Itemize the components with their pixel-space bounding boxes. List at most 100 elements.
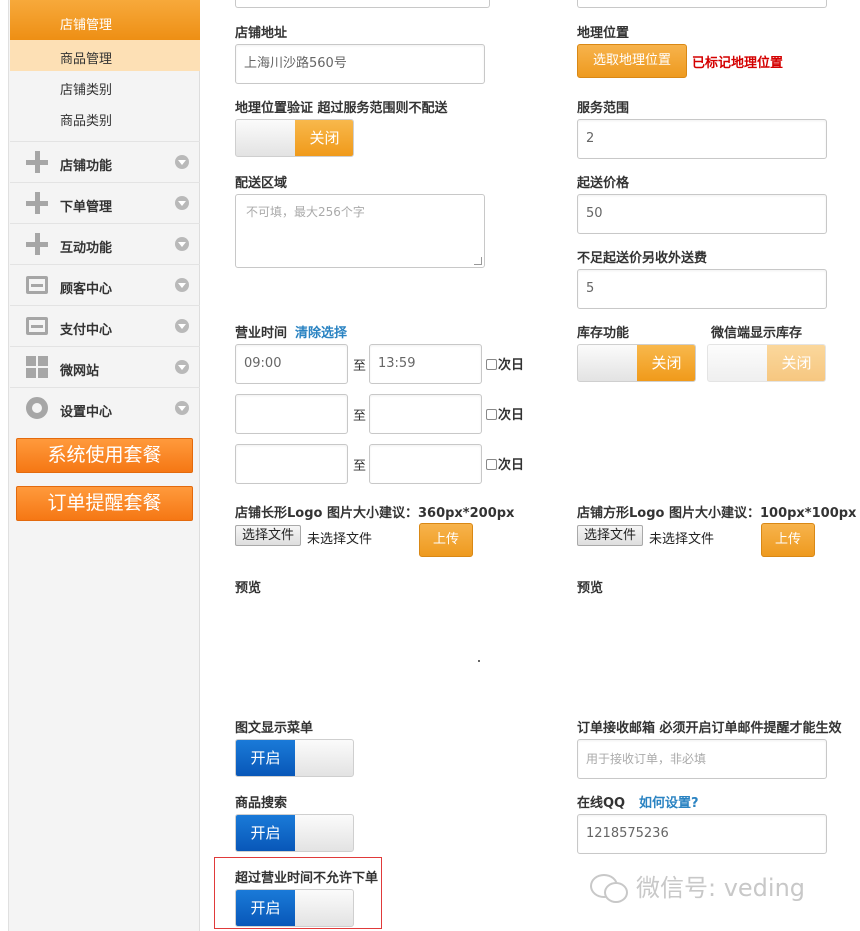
- qq-label: 在线QQ: [577, 796, 626, 811]
- to-separator: 至: [353, 459, 367, 474]
- toggle-label: 关闭: [637, 345, 695, 381]
- search-label: 商品搜索: [235, 796, 288, 811]
- sidebar-item-payment-center[interactable]: 支付中心: [10, 305, 200, 346]
- address-input[interactable]: 上海川沙路560号: [235, 44, 485, 84]
- choose-file-button[interactable]: 选择文件: [577, 525, 644, 546]
- sidebar-item-store-management[interactable]: 店铺管理: [10, 0, 200, 40]
- logo-long-label: 店铺长形Logo 图片大小建议：360px*200px: [235, 506, 515, 521]
- sidebar-item-order-management[interactable]: 下单管理: [10, 182, 200, 223]
- preview-image: [478, 660, 480, 662]
- sidebar-item-label: 微网站: [60, 364, 100, 379]
- wechat-icon: [590, 872, 630, 903]
- sidebar-item-label: 商品管理: [60, 52, 113, 67]
- sidebar-item-label: 顾客中心: [60, 282, 113, 297]
- stock-toggle[interactable]: 关闭: [577, 344, 696, 382]
- toggle-label: 开启: [236, 815, 295, 851]
- email-input[interactable]: 用于接收订单，非必填: [577, 739, 827, 779]
- hours-end-input[interactable]: 13:59: [369, 344, 482, 384]
- overtime-toggle[interactable]: 开启: [235, 889, 354, 927]
- checkbox-label: 次日: [498, 458, 525, 473]
- geo-verify-label: 地理位置验证 超过服务范围则不配送: [235, 101, 448, 116]
- upload-button[interactable]: 上传: [419, 523, 473, 557]
- toggle-label: 开启: [236, 890, 295, 926]
- hours-end-input[interactable]: [369, 444, 482, 484]
- choose-file-button[interactable]: 选择文件: [235, 525, 302, 546]
- chevron-down-icon: [175, 237, 189, 251]
- sidebar-subitem-product-category[interactable]: 商品类别: [10, 102, 200, 133]
- no-file-text: 未选择文件: [307, 532, 373, 547]
- select-geo-button[interactable]: 选取地理位置: [577, 44, 687, 78]
- toggle-label: 关闭: [767, 345, 825, 381]
- min-price-label: 起送价格: [577, 176, 630, 191]
- sidebar-item-settings[interactable]: 设置中心: [10, 387, 200, 428]
- extra-fee-input[interactable]: 5: [577, 269, 827, 309]
- chevron-down-icon: [175, 360, 189, 374]
- chevron-down-icon: [175, 278, 189, 292]
- inbox-icon: [26, 317, 48, 335]
- watermark: 微信号: veding: [590, 868, 805, 903]
- sidebar-subitem-store-category[interactable]: 店铺类别: [10, 71, 200, 102]
- geo-status: 已标记地理位置: [692, 56, 784, 71]
- checkbox-icon[interactable]: [486, 359, 497, 370]
- email-label: 订单接收邮箱 必须开启订单邮件提醒才能生效: [577, 721, 842, 736]
- sidebar-item-label: 店铺管理: [60, 18, 113, 33]
- resize-grip-icon[interactable]: [474, 257, 482, 265]
- plus-icon: [26, 192, 48, 214]
- qq-input[interactable]: 1218575236: [577, 814, 827, 854]
- stock-label: 库存功能: [577, 326, 630, 341]
- to-separator: 至: [353, 409, 367, 424]
- sidebar-item-microsite[interactable]: 微网站: [10, 346, 200, 387]
- search-toggle[interactable]: 开启: [235, 814, 354, 852]
- plus-icon: [26, 151, 48, 173]
- chevron-down-icon: [175, 155, 189, 169]
- system-package-button[interactable]: 系统使用套餐: [16, 438, 193, 473]
- hours-end-input[interactable]: [369, 394, 482, 434]
- input-top-edge: [577, 0, 827, 8]
- preview-label: 预览: [577, 581, 604, 596]
- menu-label: 图文显示菜单: [235, 721, 314, 736]
- toggle-label: 关闭: [295, 120, 353, 156]
- hours-start-input[interactable]: [235, 394, 348, 434]
- hours-start-input[interactable]: 09:00: [235, 344, 348, 384]
- wx-stock-toggle[interactable]: 关闭: [707, 344, 826, 382]
- clear-hours-link[interactable]: 清除选择: [295, 322, 347, 341]
- checkbox-label: 次日: [498, 358, 525, 373]
- delivery-area-textarea[interactable]: 不可填，最大256个字: [235, 194, 485, 268]
- input-top-edge: [235, 0, 490, 8]
- sidebar-subitem-products[interactable]: 商品管理: [10, 40, 200, 71]
- menu-toggle[interactable]: 开启: [235, 739, 354, 777]
- sidebar-item-label: 设置中心: [60, 405, 113, 420]
- inbox-icon: [26, 276, 48, 294]
- next-day-checkbox[interactable]: 次日: [486, 354, 524, 373]
- preview-label: 预览: [235, 581, 262, 596]
- min-price-input[interactable]: 50: [577, 194, 827, 234]
- checkbox-label: 次日: [498, 408, 525, 423]
- gear-icon: [26, 397, 48, 419]
- geo-verify-toggle[interactable]: 关闭: [235, 119, 354, 157]
- chevron-down-icon: [175, 196, 189, 210]
- checkbox-icon[interactable]: [486, 409, 497, 420]
- watermark-text: 微信号: veding: [636, 874, 806, 902]
- next-day-checkbox[interactable]: 次日: [486, 454, 524, 473]
- hours-label: 营业时间: [235, 326, 288, 341]
- order-reminder-package-button[interactable]: 订单提醒套餐: [16, 486, 193, 521]
- upload-button[interactable]: 上传: [761, 523, 815, 557]
- sidebar-item-label: 店铺功能: [60, 159, 113, 174]
- overtime-label: 超过营业时间不允许下单: [235, 871, 379, 886]
- sidebar-item-label: 商品类别: [60, 114, 113, 129]
- hours-start-input[interactable]: [235, 444, 348, 484]
- next-day-checkbox[interactable]: 次日: [486, 404, 524, 423]
- chevron-down-icon: [175, 401, 189, 415]
- geo-label: 地理位置: [577, 26, 630, 41]
- sidebar-item-store-functions[interactable]: 店铺功能: [10, 141, 200, 182]
- sidebar-item-customer-center[interactable]: 顾客中心: [10, 264, 200, 305]
- qq-help-link[interactable]: 如何设置?: [639, 792, 699, 811]
- sidebar-item-label: 支付中心: [60, 323, 113, 338]
- no-file-text: 未选择文件: [649, 532, 715, 547]
- checkbox-icon[interactable]: [486, 459, 497, 470]
- sidebar-item-interaction[interactable]: 互动功能: [10, 223, 200, 264]
- service-range-label: 服务范围: [577, 101, 630, 116]
- wx-stock-label: 微信端显示库存: [711, 326, 803, 341]
- address-label: 店铺地址: [235, 26, 288, 41]
- service-range-input[interactable]: 2: [577, 119, 827, 159]
